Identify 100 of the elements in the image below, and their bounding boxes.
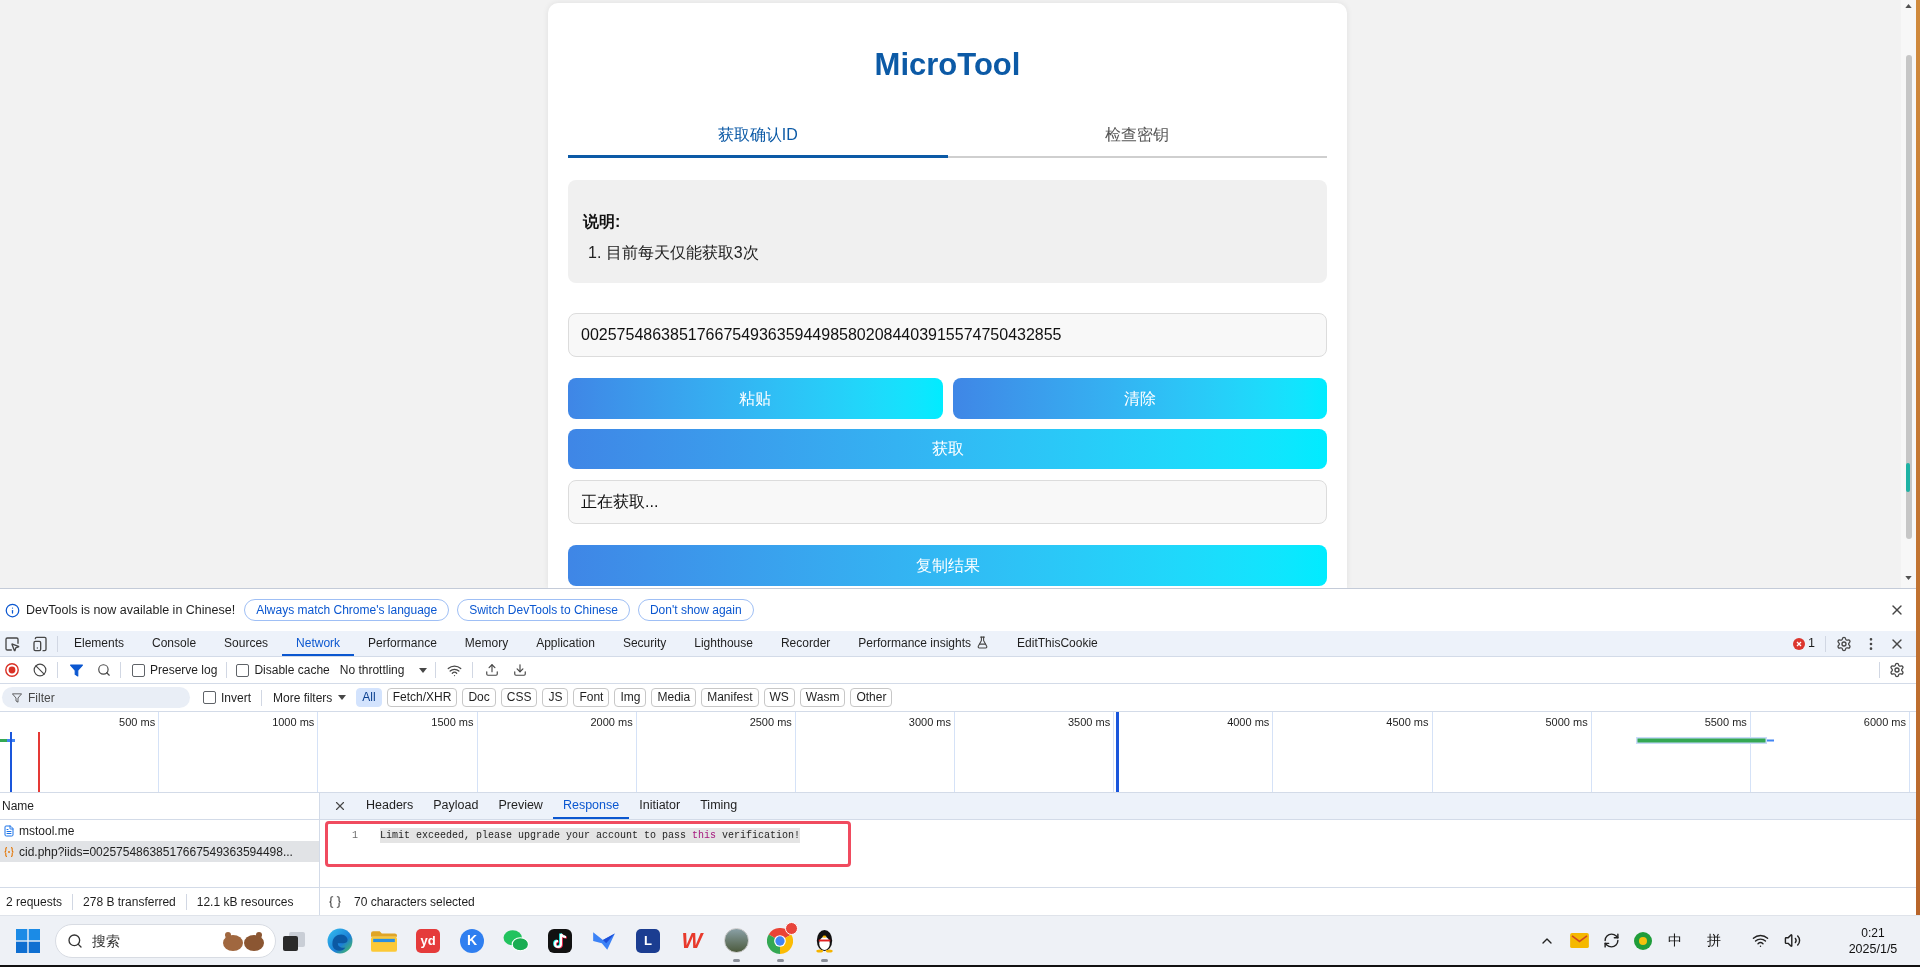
request-row[interactable]: mstool.me xyxy=(0,820,319,841)
devtools-tab[interactable]: Console xyxy=(138,631,211,656)
caret-icon xyxy=(419,667,428,673)
resource-type-chip[interactable]: CSS xyxy=(500,688,538,707)
devtools-tab[interactable]: Lighthouse xyxy=(680,631,767,656)
devtools-tab[interactable]: Security xyxy=(608,631,681,656)
devtools-tab[interactable]: Performance xyxy=(354,631,451,656)
taskbar-search-field[interactable]: 搜索 xyxy=(55,923,276,958)
app-letter-logo[interactable]: W xyxy=(681,928,703,953)
device-toolbar-icon[interactable] xyxy=(32,635,48,652)
braces-icon[interactable] xyxy=(328,894,342,909)
grid-logo-icon[interactable] xyxy=(16,928,40,953)
error-icon[interactable] xyxy=(1793,637,1806,650)
request-row[interactable]: cid.php?iids=00257548638517667549363594498... xyxy=(0,841,319,862)
tick-label: 500 ms xyxy=(119,716,156,729)
tick-label: 5500 ms xyxy=(1704,716,1747,729)
resource-type-chip[interactable]: Doc xyxy=(462,688,496,707)
column-header[interactable]: Name xyxy=(2,797,34,815)
selection-status-text: 70 characters selected xyxy=(354,893,475,911)
close-icon[interactable] xyxy=(333,799,347,813)
music-note-app-icon[interactable] xyxy=(548,928,572,953)
resource-type-chip[interactable]: Img xyxy=(614,688,647,707)
detail-tab[interactable]: Response xyxy=(552,793,630,819)
swirl-app-icon[interactable] xyxy=(327,927,353,954)
scroll-up-icon[interactable] xyxy=(1905,4,1912,8)
app-letter-tile[interactable]: L xyxy=(636,928,660,953)
checkbox-label[interactable]: Preserve log xyxy=(150,661,218,679)
devtools-tab[interactable]: Recorder xyxy=(766,631,845,656)
checkbox[interactable] xyxy=(203,691,216,704)
clock-date[interactable]: 2025/1/5 xyxy=(1848,940,1898,957)
resource-type-chip[interactable]: Font xyxy=(573,688,610,707)
detail-tab[interactable]: Payload xyxy=(423,793,489,819)
app-letter-tile[interactable]: yd xyxy=(416,928,440,953)
resource-type-chip[interactable]: Wasm xyxy=(799,688,846,707)
search-icon[interactable] xyxy=(97,663,111,677)
resource-type-chip[interactable]: Manifest xyxy=(701,688,759,707)
inspect-icon[interactable] xyxy=(4,635,20,652)
devtools-tab[interactable]: EditThisCookie xyxy=(1003,631,1112,656)
resource-type-chip[interactable]: JS xyxy=(542,688,569,707)
status-text: 278 B transferred xyxy=(83,893,176,911)
settings-icon[interactable] xyxy=(1836,635,1852,652)
sync-icon[interactable] xyxy=(1602,932,1620,949)
tray-disc-icon[interactable] xyxy=(1634,931,1652,950)
filter-field[interactable]: Filter xyxy=(2,687,190,708)
scroll-down-icon[interactable] xyxy=(1905,576,1912,580)
id-input-field[interactable]: 002575486385176675493635944985802084403915574750432855 xyxy=(568,313,1327,357)
detail-tab[interactable]: Headers xyxy=(356,793,424,819)
resource-type-chip[interactable]: Media xyxy=(651,688,697,707)
throttling-select[interactable]: No throttling xyxy=(339,661,428,679)
detail-tab[interactable]: Timing xyxy=(690,793,748,819)
resource-type-chip[interactable]: Fetch/XHR xyxy=(386,688,458,707)
devtools-tab[interactable]: Application xyxy=(522,631,609,656)
color-wheel-app-icon[interactable] xyxy=(767,927,793,954)
page-tab[interactable]: 检查密钥 xyxy=(947,115,1327,158)
page-tab[interactable]: 获取确认ID xyxy=(568,115,948,158)
checkbox[interactable] xyxy=(132,663,145,677)
chat-bubbles-icon[interactable] xyxy=(503,928,529,953)
tick-label: 2000 ms xyxy=(590,716,633,729)
devtools-tab[interactable]: Network xyxy=(282,631,355,656)
filter-icon xyxy=(12,692,22,703)
upload-icon[interactable] xyxy=(485,663,500,677)
clear-icon[interactable] xyxy=(33,663,47,677)
scrollbar[interactable] xyxy=(1901,0,1916,588)
result-field[interactable]: 正在获取... xyxy=(568,480,1327,524)
resource-type-chip[interactable]: WS xyxy=(763,688,795,707)
download-icon[interactable] xyxy=(513,663,528,677)
folder-icon[interactable] xyxy=(371,929,397,952)
wifi-icon[interactable] xyxy=(447,662,463,678)
speaker-icon[interactable] xyxy=(1783,932,1801,949)
checkbox-label[interactable]: Disable cache xyxy=(254,661,330,679)
settings-icon[interactable] xyxy=(1889,662,1905,678)
document-icon xyxy=(3,824,15,837)
tick-label: 4500 ms xyxy=(1386,716,1429,729)
checkbox-label[interactable]: Invert xyxy=(221,688,251,707)
devtools-tab[interactable]: Performance insights xyxy=(844,631,1004,656)
devtools-tab[interactable]: Elements xyxy=(60,631,139,656)
input-mode-label[interactable]: 中 xyxy=(1668,930,1682,951)
wifi-icon[interactable] xyxy=(1751,932,1769,949)
info-icon xyxy=(5,602,20,618)
search-icon xyxy=(67,932,83,949)
ime-label[interactable]: 拼 xyxy=(1707,930,1721,951)
timeline-marker-line xyxy=(38,732,40,792)
timeline-marker-line xyxy=(10,732,12,792)
record-icon[interactable] xyxy=(5,663,19,677)
scrollbar-thumb[interactable] xyxy=(1905,55,1912,539)
filter-icon[interactable] xyxy=(70,663,83,677)
more-filters-button[interactable]: More filters xyxy=(273,688,347,707)
photo-placeholder[interactable] xyxy=(723,928,749,953)
devtools-tab[interactable]: Sources xyxy=(210,631,283,656)
detail-tab[interactable]: Preview xyxy=(488,793,553,819)
clock-time[interactable]: 0:21 xyxy=(1861,924,1885,941)
envelope-icon[interactable] xyxy=(1569,933,1589,948)
search-highlight-icon xyxy=(221,929,267,952)
resource-type-chip[interactable]: All xyxy=(356,688,382,707)
resource-type-chip[interactable]: Other xyxy=(850,688,893,707)
tick-label: 1000 ms xyxy=(272,716,315,729)
devtools-tab[interactable]: Memory xyxy=(450,631,523,656)
detail-tab[interactable]: Initiator xyxy=(629,793,691,819)
error-count[interactable]: 1 xyxy=(1808,634,1815,653)
checkbox[interactable] xyxy=(236,663,250,677)
